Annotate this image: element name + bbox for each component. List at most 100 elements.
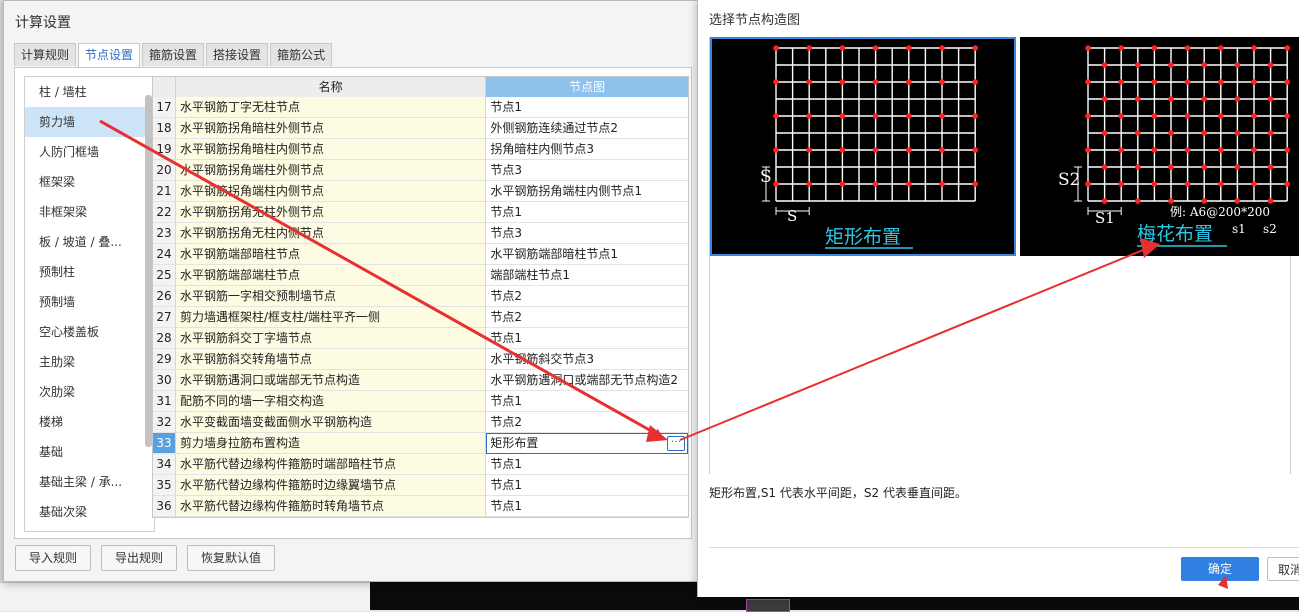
category-item[interactable]: 空心楼盖板 <box>25 317 154 347</box>
table-row[interactable]: 23 水平钢筋拐角无柱内侧节点 节点3 <box>153 223 688 244</box>
category-item[interactable]: 基础主梁 / 承... <box>25 467 154 497</box>
table-row[interactable]: 27 剪力墙遇框架柱/框支柱/端柱平齐一侧 节点2 <box>153 307 688 328</box>
table-row[interactable]: 36 水平筋代替边缘构件箍筋时转角墙节点 节点1 <box>153 496 688 517</box>
tab-stirrup-settings[interactable]: 箍筋设置 <box>142 43 205 66</box>
table-row[interactable]: 30 水平钢筋遇洞口或端部无节点构造 水平钢筋遇洞口或端部无节点构造2 <box>153 370 688 391</box>
table-row[interactable]: 28 水平钢筋斜交丁字墙节点 节点1 <box>153 328 688 349</box>
category-item[interactable]: 主肋梁 <box>25 347 154 377</box>
category-item[interactable]: 基础 <box>25 437 154 467</box>
row-node-diagram[interactable]: 水平钢筋斜交节点3 <box>486 349 688 370</box>
tab-calc-rules[interactable]: 计算规则 <box>14 43 77 66</box>
tie-bar-dot <box>1234 62 1241 68</box>
import-rules-button[interactable]: 导入规则 <box>15 545 92 571</box>
tie-bar-dot <box>972 45 978 51</box>
table-row[interactable]: 26 水平钢筋一字相交预制墙节点 节点2 <box>153 286 688 307</box>
tie-bar-dot <box>1267 164 1274 170</box>
row-node-diagram[interactable]: 节点2 <box>486 286 688 307</box>
row-node-diagram[interactable]: 节点1 <box>486 97 688 118</box>
table-row[interactable]: 22 水平钢筋拐角无柱外侧节点 节点1 <box>153 202 688 223</box>
row-node-diagram[interactable]: 节点1 <box>486 202 688 223</box>
row-node-diagram[interactable]: 节点1 <box>486 496 688 517</box>
diagram-description: 矩形布置,S1 代表水平间距，S2 代表垂直间距。 <box>709 486 967 500</box>
category-item[interactable]: 柱 / 墙柱 <box>25 77 154 107</box>
row-node-diagram[interactable]: 节点1 <box>486 328 688 349</box>
table-row[interactable]: 19 水平钢筋拐角暗柱内侧节点 拐角暗柱内侧节点3 <box>153 139 688 160</box>
row-node-diagram[interactable]: 节点1 <box>486 391 688 412</box>
table-row[interactable]: 25 水平钢筋端部端柱节点 端部端柱节点1 <box>153 265 688 286</box>
category-item[interactable]: 板 / 坡道 / 叠... <box>25 227 154 257</box>
export-rules-button[interactable]: 导出规则 <box>101 545 178 571</box>
tie-bar-dot <box>939 79 945 85</box>
row-number: 36 <box>153 496 176 517</box>
tab-lap-settings[interactable]: 搭接设置 <box>206 43 269 66</box>
ok-button[interactable]: 确定 <box>1181 557 1259 581</box>
tie-bar-dot <box>1085 113 1091 119</box>
category-item[interactable]: 楼梯 <box>25 407 154 437</box>
tie-bar-dot <box>1168 62 1174 68</box>
tie-bar-dot <box>839 113 846 119</box>
row-number: 34 <box>153 454 176 475</box>
row-node-diagram[interactable]: 端部端柱节点1 <box>486 265 688 286</box>
restore-defaults-button[interactable]: 恢复默认值 <box>187 545 276 571</box>
category-item-shear-wall[interactable]: 剪力墙 <box>25 107 154 137</box>
row-name: 水平筋代替边缘构件箍筋时转角墙节点 <box>175 496 487 517</box>
table-row[interactable]: 32 水平变截面墙变截面侧水平钢筋构造 节点2 <box>153 412 688 433</box>
row-name: 水平钢筋端部暗柱节点 <box>175 244 487 265</box>
tie-bar-dot <box>1201 164 1207 170</box>
row-name: 水平筋代替边缘构件箍筋时端部暗柱节点 <box>175 454 487 475</box>
row-node-diagram[interactable]: 水平钢筋拐角端柱内侧节点1 <box>486 181 688 202</box>
tie-bar-dot <box>1151 79 1158 85</box>
plum-layout-label: 梅花布置 <box>1137 223 1213 245</box>
row-number: 23 <box>153 223 176 244</box>
row-name: 水平筋代替边缘构件箍筋时边缘翼墙节点 <box>175 475 487 496</box>
row-node-diagram[interactable]: 水平钢筋遇洞口或端部无节点构造2 <box>486 370 688 391</box>
row-node-diagram[interactable]: 拐角暗柱内侧节点3 <box>486 139 688 160</box>
table-row[interactable]: 31 配筋不同的墙一字相交构造 节点1 <box>153 391 688 412</box>
tie-bar-dot <box>1168 130 1174 136</box>
table-row-selected[interactable]: 33 剪力墙身拉筋布置构造 矩形布置 ··· <box>153 433 688 454</box>
tie-bar-dot <box>1284 45 1290 51</box>
tie-bar-dot <box>1284 113 1290 119</box>
table-row[interactable]: 34 水平筋代替边缘构件箍筋时端部暗柱节点 节点1 <box>153 454 688 475</box>
tab-stirrup-formula[interactable]: 箍筋公式 <box>270 43 333 66</box>
row-node-diagram[interactable]: 外侧钢筋连续通过节点2 <box>486 118 688 139</box>
row-number: 31 <box>153 391 176 412</box>
table-row[interactable]: 20 水平钢筋拐角端柱外侧节点 节点3 <box>153 160 688 181</box>
table-row[interactable]: 17 水平钢筋丁字无柱节点 节点1 <box>153 97 688 118</box>
category-item[interactable]: 框架梁 <box>25 167 154 197</box>
row-node-diagram[interactable]: 水平钢筋端部暗柱节点1 <box>486 244 688 265</box>
category-item[interactable]: 人防门框墙 <box>25 137 154 167</box>
table-row[interactable]: 29 水平钢筋斜交转角墙节点 水平钢筋斜交节点3 <box>153 349 688 370</box>
tie-bar-dot <box>1218 181 1224 187</box>
tie-bar-dot <box>872 79 879 85</box>
category-scrollbar[interactable] <box>145 95 152 447</box>
row-node-diagram[interactable]: 节点1 <box>486 454 688 475</box>
category-item[interactable]: 非框架梁 <box>25 197 154 227</box>
category-item[interactable]: 预制墙 <box>25 287 154 317</box>
row-node-diagram[interactable]: 节点2 <box>486 307 688 328</box>
table-row[interactable]: 24 水平钢筋端部暗柱节点 水平钢筋端部暗柱节点1 <box>153 244 688 265</box>
row-name: 水平钢筋遇洞口或端部无节点构造 <box>175 370 487 391</box>
category-item[interactable]: 次肋梁 <box>25 377 154 407</box>
row-node-diagram[interactable]: 矩形布置 ··· <box>486 433 688 454</box>
table-row[interactable]: 35 水平筋代替边缘构件箍筋时边缘翼墙节点 节点1 <box>153 475 688 496</box>
option-rectangular-layout[interactable]: S S 矩形布置 <box>710 37 1016 256</box>
row-node-diagram[interactable]: 节点2 <box>486 412 688 433</box>
tie-bar-dot <box>1151 45 1158 51</box>
row-name: 水平钢筋拐角无柱内侧节点 <box>175 223 487 244</box>
tab-node-settings[interactable]: 节点设置 <box>78 43 141 68</box>
row-node-diagram[interactable]: 节点1 <box>486 475 688 496</box>
tie-bar-dot <box>1267 96 1274 102</box>
option-plum-layout[interactable]: S2 S1 例: A6@200*200 s1 s2 梅花布置 <box>1020 37 1299 256</box>
ellipsis-button[interactable]: ··· <box>667 436 685 451</box>
category-item[interactable]: 预制柱 <box>25 257 154 287</box>
row-node-diagram[interactable]: 节点3 <box>486 223 688 244</box>
row-name: 水平钢筋斜交转角墙节点 <box>175 349 487 370</box>
table-row[interactable]: 18 水平钢筋拐角暗柱外侧节点 外侧钢筋连续通过节点2 <box>153 118 688 139</box>
row-node-diagram[interactable]: 节点3 <box>486 160 688 181</box>
tie-bar-dot <box>1085 45 1091 51</box>
row-node-value: 水平钢筋端部暗柱节点1 <box>490 247 619 261</box>
table-row[interactable]: 21 水平钢筋拐角端柱内侧节点 水平钢筋拐角端柱内侧节点1 <box>153 181 688 202</box>
cancel-button[interactable]: 取消 <box>1267 557 1299 581</box>
category-item[interactable]: 基础次梁 <box>25 497 154 527</box>
